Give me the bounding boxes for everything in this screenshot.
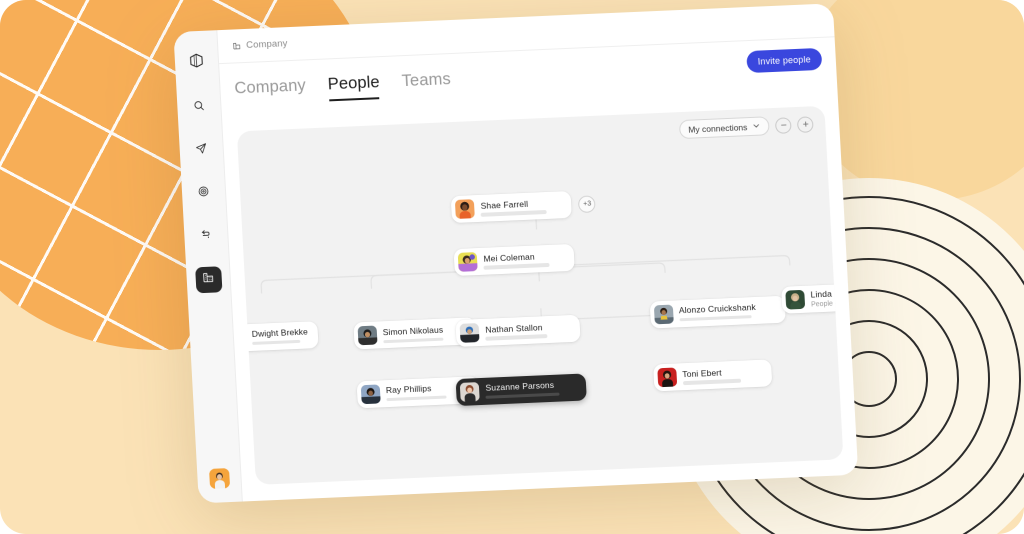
- org-node-alonzo-cruickshank[interactable]: Alonzo Cruickshank: [649, 295, 786, 329]
- cube-logo-icon[interactable]: [183, 47, 210, 74]
- search-icon: [192, 99, 206, 118]
- org-node-skeleton: [386, 395, 447, 402]
- sidebar-item-send[interactable]: [188, 137, 215, 164]
- org-node-text: Toni Ebert: [682, 367, 741, 385]
- org-node-text: Dwight Brekke: [251, 326, 309, 346]
- org-node-name: Mei Coleman: [483, 251, 535, 264]
- org-node-name: Ray Phillips: [385, 383, 432, 396]
- canvas-padding: My connections Shae Farrell +3 Mei Colem…: [223, 99, 859, 501]
- avatar: [460, 323, 481, 344]
- tab-teams[interactable]: Teams: [401, 70, 451, 98]
- avatar: [455, 199, 476, 220]
- org-node-name: Alonzo Cruickshank: [678, 302, 757, 316]
- avatar: [360, 384, 381, 405]
- org-node-skeleton: [383, 337, 444, 344]
- org-node-suzanne-parsons[interactable]: Suzanne Parsons: [455, 373, 588, 406]
- org-node-name: Linda Harris: [810, 287, 844, 300]
- org-node-linda-harris[interactable]: Linda Harris People ops: [781, 281, 844, 314]
- org-node-skeleton: [483, 263, 551, 270]
- org-node-skeleton: [481, 210, 548, 217]
- avatar: [458, 252, 479, 273]
- sidebar-item-search[interactable]: [185, 95, 212, 122]
- org-node-text: Mei Coleman: [483, 251, 551, 270]
- company-icon: [232, 41, 241, 50]
- org-node-text: Linda Harris People ops: [810, 287, 843, 309]
- avatar: [357, 325, 378, 346]
- avatar[interactable]: [208, 468, 230, 489]
- sidebar-item-company[interactable]: [194, 266, 222, 294]
- paper-plane-icon: [194, 142, 208, 161]
- org-node-nathan-stallon[interactable]: Nathan Stallon: [455, 314, 582, 348]
- org-node-text: Suzanne Parsons: [485, 380, 561, 399]
- screenshot-stage: Company Company People Teams Invite peop…: [0, 0, 1024, 534]
- org-node-role: People ops: [810, 300, 844, 309]
- org-node-dwight-brekke[interactable]: Dwight Brekke: [236, 321, 319, 353]
- tab-bar: Company People Teams: [234, 70, 452, 105]
- org-node-name: Nathan Stallon: [485, 322, 543, 335]
- org-node-text: Ray Phillips: [385, 383, 447, 402]
- org-node-skeleton: [682, 379, 741, 385]
- avatar: [460, 381, 481, 402]
- org-node-name: Suzanne Parsons: [485, 380, 555, 393]
- org-node-skeleton: [485, 334, 548, 341]
- org-node-skeleton: [252, 339, 301, 346]
- avatar: [657, 367, 678, 388]
- org-node-name: Simon Nikolaus: [382, 324, 444, 338]
- invite-people-button[interactable]: Invite people: [746, 47, 823, 74]
- status-badge[interactable]: +3: [578, 195, 597, 213]
- org-node-text: Alonzo Cruickshank: [678, 302, 757, 322]
- org-node-name: Shae Farrell: [480, 198, 529, 211]
- tab-people[interactable]: People: [327, 73, 380, 101]
- org-node-mei-coleman[interactable]: Mei Coleman: [453, 244, 576, 277]
- app-window: Company Company People Teams Invite peop…: [173, 3, 859, 504]
- org-node-shae-farrell[interactable]: Shae Farrell +3: [451, 191, 597, 224]
- org-chart-nodes: Shae Farrell +3 Mei Coleman Dwight Brekk…: [236, 106, 844, 485]
- org-node-skeleton: [485, 392, 561, 399]
- sidebar-item-goals[interactable]: [190, 180, 217, 207]
- avatar: [653, 304, 674, 324]
- org-node-text: Shae Farrell: [480, 198, 548, 217]
- target-icon: [197, 185, 211, 204]
- company-icon: [201, 271, 215, 290]
- org-node-text: Simon Nikolaus: [382, 325, 443, 344]
- org-node-text: Nathan Stallon: [485, 322, 548, 341]
- workflow-icon: [199, 228, 213, 247]
- org-node-name: Dwight Brekke: [251, 326, 309, 340]
- main-area: Company Company People Teams Invite peop…: [217, 3, 859, 502]
- org-chart-canvas[interactable]: My connections Shae Farrell +3 Mei Colem…: [236, 105, 844, 485]
- org-node-name: Toni Ebert: [682, 367, 722, 380]
- org-node-skeleton: [679, 314, 752, 322]
- org-node-toni-ebert[interactable]: Toni Ebert: [652, 359, 773, 392]
- avatar: [785, 289, 806, 310]
- tab-company[interactable]: Company: [234, 76, 307, 105]
- breadcrumb-label: Company: [245, 38, 288, 51]
- sidebar-item-workflows[interactable]: [192, 223, 219, 250]
